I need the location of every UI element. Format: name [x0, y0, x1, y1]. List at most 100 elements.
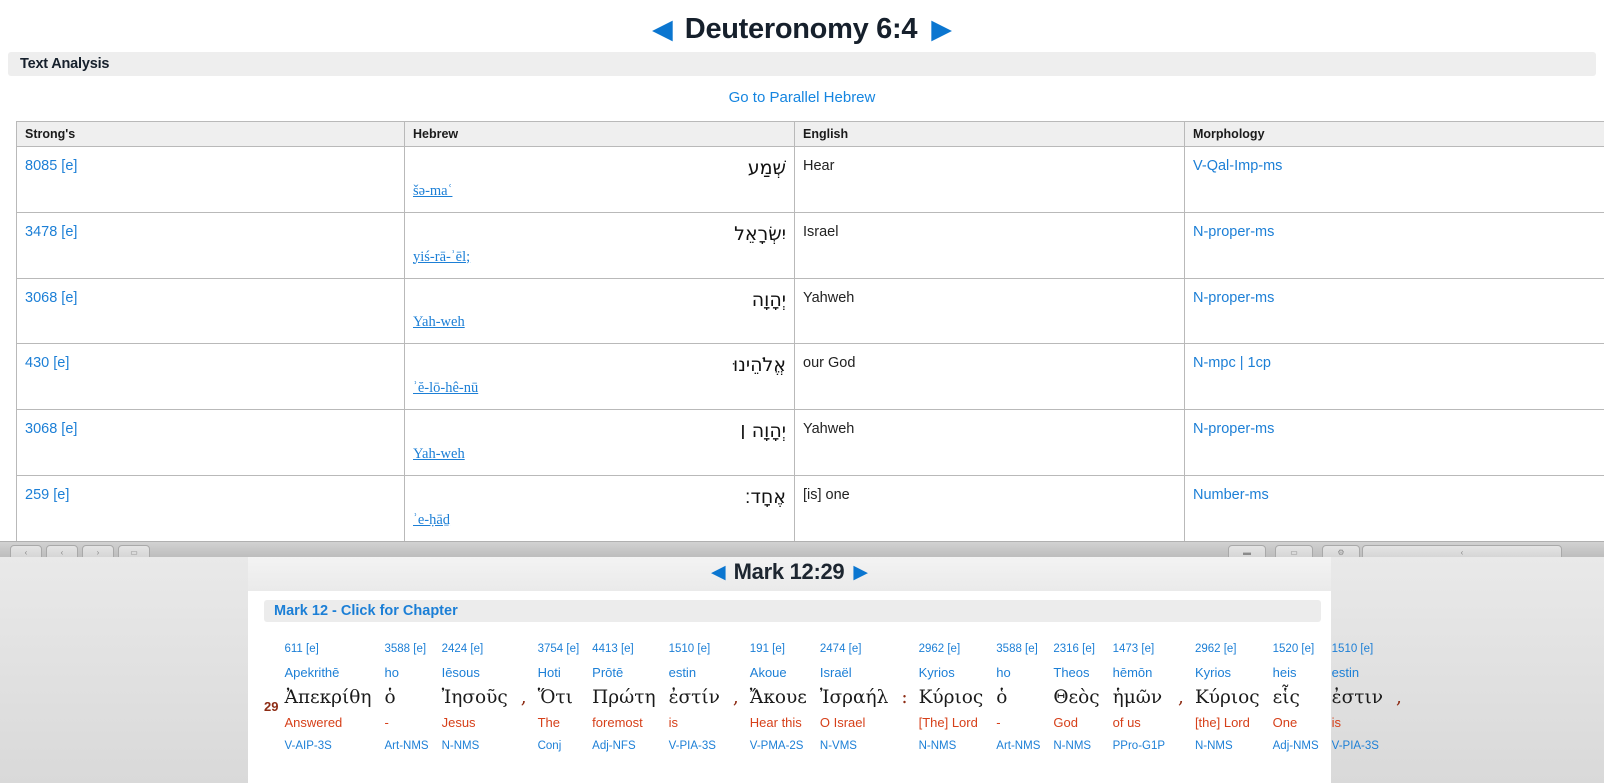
greek-transliteration-link[interactable]: Kyrios — [919, 661, 955, 685]
hebrew-transliteration-link[interactable]: Yah-weh — [413, 446, 786, 463]
cell-english: Yahweh — [794, 409, 1185, 476]
strongs-number-link[interactable]: 2474 [e] — [820, 638, 862, 661]
morphology-link[interactable]: V-AIP-3S — [284, 735, 331, 758]
cell-strongs: 3068 [e] — [16, 277, 405, 345]
greek-punctuation: , — [520, 687, 527, 708]
english-gloss: [the] Lord — [1194, 715, 1250, 730]
strongs-number-link[interactable]: 4413 [e] — [592, 638, 634, 661]
toolbar-button[interactable]: ‹ — [46, 545, 78, 557]
morphology-link[interactable]: V-PIA-3S — [1332, 735, 1379, 758]
toolbar-button[interactable]: ▬ — [1228, 545, 1266, 557]
chapter-link[interactable]: Mark 12 - Click for Chapter — [274, 603, 458, 619]
column-header-strongs: Strong's — [16, 121, 405, 147]
greek-transliteration-link[interactable]: ho — [996, 661, 1010, 685]
greek-word: εἷς — [1272, 687, 1300, 708]
strongs-number-link[interactable]: 3478 [e] — [25, 224, 77, 240]
toolbar-button[interactable]: ‹ — [1362, 545, 1562, 557]
strongs-number-link[interactable]: 3588 [e] — [996, 638, 1038, 661]
toolbar-button[interactable]: › — [82, 545, 114, 557]
table-row: 8085 [e] שְׁמַע šə-maʿ Hear V-Qal-Imp-ms — [16, 146, 1604, 213]
strongs-number-link[interactable]: 1520 [e] — [1273, 638, 1315, 661]
toolbar-button[interactable]: ▭ — [118, 545, 150, 557]
morphology-link[interactable]: V-PIA-3S — [669, 735, 716, 758]
strongs-number-link[interactable]: 8085 [e] — [25, 158, 77, 174]
greek-transliteration-link[interactable]: Iēsous — [442, 661, 480, 685]
go-to-parallel-hebrew-link[interactable]: Go to Parallel Hebrew — [729, 89, 876, 106]
greek-transliteration-link[interactable]: estin — [669, 661, 696, 685]
greek-transliteration-link[interactable]: Kyrios — [1195, 661, 1231, 685]
english-gloss: is — [668, 715, 678, 730]
toolbar-button[interactable]: ▭ — [1275, 545, 1313, 557]
morphology-link[interactable]: N-proper-ms — [1193, 290, 1274, 306]
morphology-link[interactable]: V-Qal-Imp-ms — [1193, 158, 1282, 174]
next-verse-icon[interactable]: ▶ — [853, 561, 868, 584]
next-verse-icon[interactable]: ▶ — [931, 16, 952, 43]
cell-english: our God — [794, 343, 1185, 410]
hebrew-transliteration-link[interactable]: ʾe-ḥāḏ — [413, 512, 786, 529]
strongs-number-link[interactable]: 1473 [e] — [1113, 638, 1155, 661]
morphology-link[interactable]: N-NMS — [442, 735, 480, 758]
morphology-link[interactable]: V-PMA-2S — [750, 735, 804, 758]
greek-word-column: 2474 [e] Israël Ἰσραήλ O Israel N-VMS — [820, 638, 901, 758]
morphology-link[interactable]: Number-ms — [1193, 487, 1269, 503]
greek-transliteration-link[interactable]: Hoti — [538, 661, 561, 685]
greek-word: Κύριος — [918, 687, 984, 708]
greek-transliteration-link[interactable]: Theos — [1053, 661, 1089, 685]
morphology-link[interactable]: Adj-NMS — [1273, 735, 1319, 758]
morphology-link[interactable]: N-proper-ms — [1193, 421, 1274, 437]
english-gloss: God — [1053, 715, 1078, 730]
toolbar-button[interactable]: ‹ — [10, 545, 42, 557]
greek-transliteration-link[interactable]: hēmōn — [1113, 661, 1153, 685]
greek-word-columns: 611 [e] Apekrithē Ἀπεκρίθη Answered V-AIP-3S… — [284, 638, 1412, 758]
greek-word-column: 1473 [e] hēmōn ἡμῶν of us PPro-G1P — [1113, 638, 1178, 758]
greek-transliteration-link[interactable]: Apekrithē — [284, 661, 339, 685]
hebrew-transliteration-link[interactable]: šə-maʿ — [413, 183, 786, 200]
strongs-number-link[interactable]: 2316 [e] — [1053, 638, 1095, 661]
morphology-link[interactable]: N-mpc | 1cp — [1193, 355, 1271, 371]
toolbar-button[interactable]: ⚙ — [1322, 545, 1360, 557]
english-gloss: Yahweh — [803, 421, 855, 437]
strongs-number-link[interactable]: 430 [e] — [25, 355, 69, 371]
greek-transliteration-link[interactable]: Akoue — [750, 661, 787, 685]
morphology-link[interactable]: Art-NMS — [385, 735, 429, 758]
strongs-number-link[interactable]: 2962 [e] — [919, 638, 961, 661]
strongs-number-link[interactable]: 611 [e] — [284, 638, 318, 661]
greek-word-column: 3754 [e] Hoti Ὅτι The Conj — [538, 638, 593, 758]
greek-word: ὁ — [384, 687, 396, 708]
morphology-link[interactable]: Adj-NFS — [592, 735, 635, 758]
greek-word: Θεὸς — [1053, 687, 1100, 708]
greek-transliteration-link[interactable]: Prōtē — [592, 661, 623, 685]
hebrew-word: אֶחָד׃ — [744, 485, 786, 508]
strongs-number-link[interactable]: 2424 [e] — [442, 638, 484, 661]
previous-verse-icon[interactable]: ◀ — [652, 16, 673, 43]
morphology-link[interactable]: N-NMS — [1053, 735, 1091, 758]
english-gloss: One — [1272, 715, 1298, 730]
strongs-number-link[interactable]: 259 [e] — [25, 487, 69, 503]
morphology-link[interactable]: PPro-G1P — [1113, 735, 1165, 758]
greek-transliteration-link[interactable]: estin — [1332, 661, 1359, 685]
previous-verse-icon[interactable]: ◀ — [711, 561, 726, 584]
morphology-link[interactable]: Conj — [538, 735, 562, 758]
morphology-link[interactable]: N-VMS — [820, 735, 857, 758]
strongs-number-link[interactable]: 2962 [e] — [1195, 638, 1237, 661]
english-gloss: is — [1331, 715, 1342, 730]
hebrew-transliteration-link[interactable]: Yah-weh — [413, 314, 786, 331]
greek-transliteration-link[interactable]: Israël — [820, 661, 852, 685]
strongs-number-link[interactable]: 1510 [e] — [669, 638, 711, 661]
morphology-link[interactable]: N-proper-ms — [1193, 224, 1274, 240]
strongs-number-link[interactable]: 3754 [e] — [538, 638, 580, 661]
strongs-number-link[interactable]: 191 [e] — [750, 638, 785, 661]
strongs-number-link[interactable]: 3068 [e] — [25, 290, 77, 306]
strongs-number-link[interactable]: 3588 [e] — [385, 638, 427, 661]
greek-punctuation: , — [732, 687, 739, 708]
greek-word: ἐστίν — [668, 687, 720, 708]
strongs-number-link[interactable]: 3068 [e] — [25, 421, 77, 437]
greek-transliteration-link[interactable]: heis — [1273, 661, 1297, 685]
greek-transliteration-link[interactable]: ho — [385, 661, 399, 685]
morphology-link[interactable]: Art-NMS — [996, 735, 1040, 758]
morphology-link[interactable]: N-NMS — [1195, 735, 1233, 758]
hebrew-transliteration-link[interactable]: ʾĕ-lō-hê-nū — [413, 380, 786, 397]
morphology-link[interactable]: N-NMS — [919, 735, 957, 758]
strongs-number-link[interactable]: 1510 [e] — [1332, 638, 1374, 661]
hebrew-transliteration-link[interactable]: yiś-rā-ʾēl; — [413, 249, 786, 266]
